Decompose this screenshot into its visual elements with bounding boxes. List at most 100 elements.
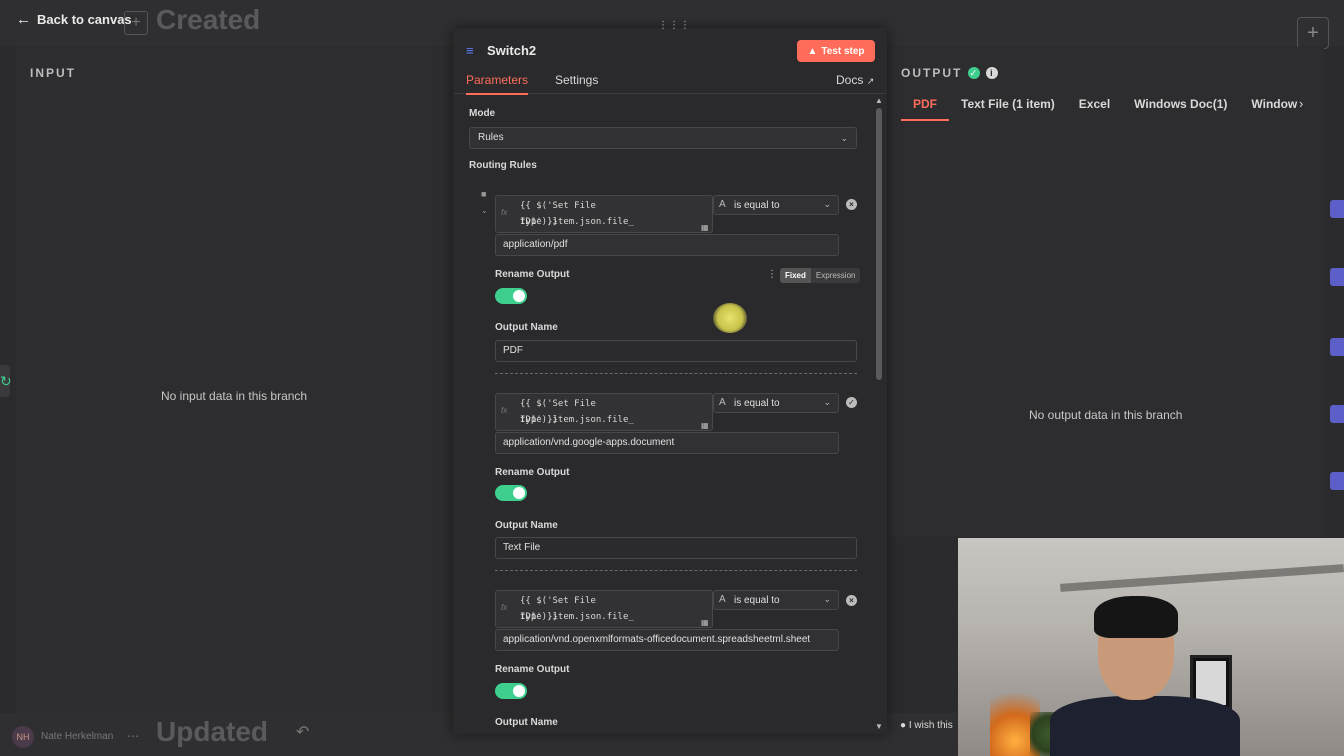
string-type-icon: A xyxy=(719,594,726,605)
rule-2-output-name-input[interactable]: Text File xyxy=(495,537,857,559)
undo-icon[interactable]: ↶ xyxy=(296,722,309,742)
node-stub-icon[interactable] xyxy=(1330,338,1344,356)
remove-rule-icon[interactable]: × xyxy=(846,199,857,210)
expand-icon[interactable]: ▦ xyxy=(701,223,709,232)
input-panel xyxy=(17,47,453,713)
flask-icon: ▲ xyxy=(807,45,818,57)
remove-rule-icon[interactable]: × xyxy=(846,595,857,606)
chevron-down-icon: ⌄ xyxy=(840,133,848,143)
info-icon[interactable]: i xyxy=(986,67,999,79)
node-title[interactable]: Switch2 xyxy=(487,43,536,58)
rule-1-rename-label: Rename Output xyxy=(495,269,570,280)
rule-3-left-expression[interactable]: fx {{ $('Set File ID1').item.json.file_ … xyxy=(495,590,713,628)
test-step-label: Test step xyxy=(821,45,865,57)
output-tab-pdf[interactable]: PDF xyxy=(901,92,949,121)
more-icon[interactable]: ⋯ xyxy=(127,729,139,743)
add-tag-button[interactable]: + xyxy=(124,11,148,35)
switch-node-icon: ≡ xyxy=(466,43,474,58)
chevron-down-icon[interactable]: ⌄ xyxy=(481,206,488,215)
mode-value: Rules xyxy=(478,132,504,143)
rule-1-output-name-label: Output Name xyxy=(495,322,558,333)
mouse-cursor-highlight xyxy=(713,303,747,333)
globe-icon[interactable] xyxy=(1330,405,1344,423)
node-stub-icon[interactable] xyxy=(1330,268,1344,286)
output-tab-windows-doc[interactable]: Windows Doc(1) xyxy=(1122,92,1239,121)
fx-icon: fx xyxy=(501,603,508,612)
tab-parameters[interactable]: Parameters xyxy=(466,73,529,95)
rule-divider xyxy=(495,373,857,374)
input-empty-message: No input data in this branch xyxy=(161,389,308,403)
rule-1-output-name-input[interactable]: PDF xyxy=(495,340,857,362)
test-step-button[interactable]: ▲ Test step xyxy=(797,40,875,62)
output-empty-message: No output data in this branch xyxy=(1029,408,1183,422)
fixed-option[interactable]: Fixed xyxy=(780,268,811,283)
rule-3-rename-toggle[interactable] xyxy=(495,683,527,699)
add-node-button[interactable]: + xyxy=(1297,17,1329,49)
rule-divider xyxy=(495,570,857,571)
webcam-person-body xyxy=(1050,696,1240,756)
globe-icon[interactable] xyxy=(1330,472,1344,490)
scroll-up-icon[interactable]: ▲ xyxy=(875,96,883,105)
feedback-link[interactable]: ● I wish this xyxy=(900,720,953,731)
check-circle-icon: ✓ xyxy=(968,67,981,79)
arrow-left-icon: ← xyxy=(16,11,31,28)
trash-icon[interactable]: ■ xyxy=(481,189,486,199)
output-panel-title: OUTPUT xyxy=(901,66,963,80)
rule-2-output-name-label: Output Name xyxy=(495,520,558,531)
external-link-icon: ↗ xyxy=(866,76,875,86)
rule-2-operator-select[interactable]: A is equal to ⌄ xyxy=(713,393,839,413)
chevron-right-icon[interactable]: › xyxy=(1299,96,1303,111)
rule-2-value-input[interactable]: application/vnd.google-apps.document xyxy=(495,432,839,454)
rule-3-rename-label: Rename Output xyxy=(495,664,570,675)
docs-label: Docs xyxy=(836,73,864,87)
back-to-canvas-button[interactable]: ← Back to canvas xyxy=(16,11,132,28)
chevron-down-icon: ⌄ xyxy=(823,199,831,209)
scroll-down-icon[interactable]: ▼ xyxy=(875,722,883,731)
docs-link[interactable]: Docs ↗ xyxy=(836,73,874,87)
tab-settings[interactable]: Settings xyxy=(555,73,598,87)
output-tabs: PDF Text File (1 item) Excel Windows Doc… xyxy=(901,92,1309,121)
rule-3-expr-line-2: type }} xyxy=(520,612,558,622)
fx-icon: fx xyxy=(501,208,508,217)
rule-1-rename-toggle[interactable] xyxy=(495,288,527,304)
string-type-icon: A xyxy=(719,199,726,210)
fixed-expression-toggle[interactable]: Fixed Expression xyxy=(780,268,861,283)
routing-rules-label: Routing Rules xyxy=(469,160,537,171)
rule-2-left-expression[interactable]: fx {{ $('Set File ID1').item.json.file_ … xyxy=(495,393,713,431)
rule-3-value-input[interactable]: application/vnd.openxmlformats-officedoc… xyxy=(495,629,839,651)
expression-option[interactable]: Expression xyxy=(811,268,861,283)
expand-icon[interactable]: ▦ xyxy=(701,618,709,627)
rule-1-left-expression[interactable]: fx {{ $('Set File ID1').item.json.file_ … xyxy=(495,195,713,233)
output-tab-excel[interactable]: Excel xyxy=(1067,92,1122,121)
status-title: Updated xyxy=(156,716,268,747)
feedback-text: I wish this xyxy=(908,720,953,731)
output-panel-header: OUTPUT ✓ i xyxy=(901,66,999,80)
rule-1-expr-line-2: type }} xyxy=(520,217,558,227)
chevron-down-icon: ⌄ xyxy=(823,594,831,604)
expand-icon[interactable]: ▦ xyxy=(701,421,709,430)
rule-1-operator-select[interactable]: A is equal to ⌄ xyxy=(713,195,839,215)
toggle-knob xyxy=(513,685,525,697)
mode-select[interactable]: Rules ⌄ xyxy=(469,127,857,149)
node-stub-icon[interactable] xyxy=(1330,200,1344,218)
drag-handle-icon[interactable]: ⋮⋮⋮ xyxy=(658,20,691,31)
fx-icon: fx xyxy=(501,406,508,415)
input-panel-title: INPUT xyxy=(30,66,76,80)
rule-2-rename-toggle[interactable] xyxy=(495,485,527,501)
rule-3-operator-select[interactable]: A is equal to ⌄ xyxy=(713,590,839,610)
options-icon[interactable]: ⋮ xyxy=(767,269,777,280)
toggle-knob xyxy=(513,290,525,302)
lightbulb-icon: ● xyxy=(900,720,907,731)
rule-1-value-input[interactable]: application/pdf xyxy=(495,234,839,256)
rule-2-operator: is equal to xyxy=(734,398,780,409)
user-name: Nate Herkelman xyxy=(41,731,114,742)
webcam-person-hair xyxy=(1094,596,1178,638)
scrollbar-thumb[interactable] xyxy=(876,108,882,380)
mode-label: Mode xyxy=(469,108,496,119)
check-circle-icon[interactable]: ✓ xyxy=(846,397,857,408)
output-tab-text-file[interactable]: Text File (1 item) xyxy=(949,92,1067,121)
avatar[interactable]: NH xyxy=(12,726,34,748)
rule-1-operator: is equal to xyxy=(734,200,780,211)
rule-2-rename-label: Rename Output xyxy=(495,467,570,478)
refresh-icon[interactable]: ↻ xyxy=(0,365,12,397)
